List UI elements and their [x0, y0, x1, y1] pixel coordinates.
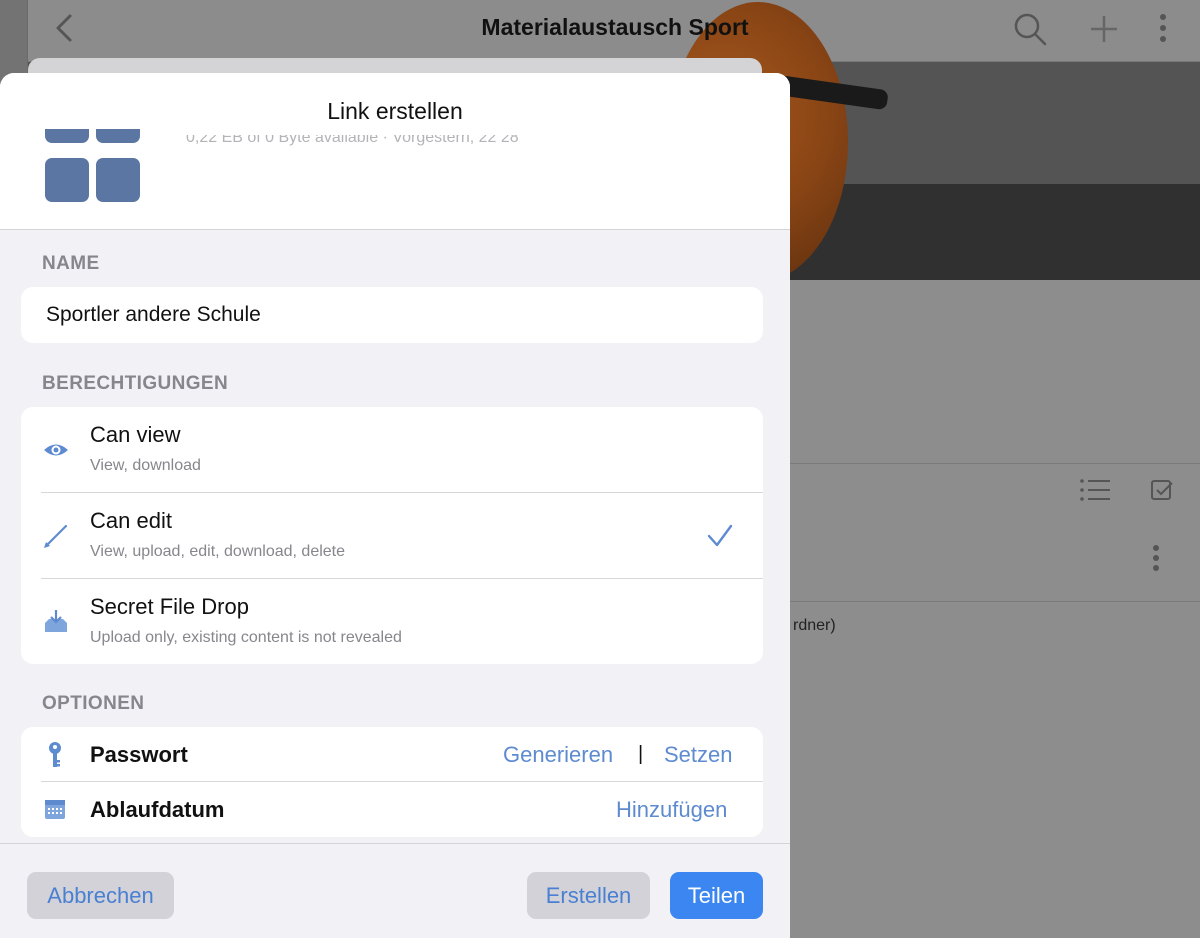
option-row-expiry-date: Ablaufdatum Hinzufügen	[21, 782, 763, 837]
link-name-input[interactable]	[21, 287, 763, 343]
row-more-options-icon[interactable]	[1146, 540, 1166, 576]
section-label-options: OPTIONEN	[42, 693, 145, 714]
permission-title: Can view	[90, 422, 181, 447]
option-title: Ablaufdatum	[90, 797, 225, 822]
options-card: Passwort Generieren | Setzen Ablaufdatum…	[21, 727, 763, 837]
sheet-header: Link erstellen 0,22 EB of 0 Byte availab…	[0, 73, 790, 230]
add-icon[interactable]	[1088, 11, 1120, 47]
permission-title: Can edit	[90, 508, 172, 533]
pencil-icon	[43, 523, 69, 549]
permission-option-secret-file-drop[interactable]: Secret File Drop Upload only, existing c…	[21, 579, 763, 664]
select-checkbox-icon[interactable]	[1150, 478, 1174, 502]
permission-subtitle: View, download	[90, 457, 201, 474]
permission-option-can-edit[interactable]: Can edit View, upload, edit, download, d…	[21, 493, 763, 579]
folder-grid-icon	[44, 129, 142, 203]
name-card	[21, 287, 763, 343]
calendar-icon	[43, 796, 69, 824]
background-row-text: rdner)	[793, 617, 836, 634]
permissions-card: Can view View, download Can edit View, u…	[21, 407, 763, 664]
cancel-button[interactable]: Abbrechen	[27, 872, 174, 919]
section-label-permissions: BERECHTIGUNGEN	[42, 373, 229, 394]
permission-subtitle: Upload only, existing content is not rev…	[90, 629, 402, 646]
folder-meta-text: 0,22 EB of 0 Byte available · Vorgestern…	[186, 135, 519, 146]
eye-icon	[43, 437, 69, 463]
permission-title: Secret File Drop	[90, 594, 249, 619]
background-page-title: Materialaustausch Sport	[481, 14, 749, 40]
option-separator: |	[638, 743, 644, 765]
create-button[interactable]: Erstellen	[527, 872, 650, 919]
add-expiry-date-link[interactable]: Hinzufügen	[616, 797, 727, 823]
more-options-icon[interactable]	[1150, 10, 1176, 46]
option-title: Passwort	[90, 742, 188, 767]
sheet-footer: Abbrechen Erstellen Teilen	[0, 843, 790, 938]
divider	[790, 601, 1200, 602]
permission-option-can-view[interactable]: Can view View, download	[21, 407, 763, 493]
checkmark-icon	[707, 523, 733, 549]
generate-password-link[interactable]: Generieren	[503, 742, 613, 768]
list-view-icon[interactable]	[1078, 474, 1112, 506]
divider	[790, 463, 1200, 464]
section-label-name: NAME	[42, 253, 100, 274]
create-link-sheet: Link erstellen 0,22 EB of 0 Byte availab…	[0, 73, 790, 938]
set-password-link[interactable]: Setzen	[664, 742, 733, 768]
option-row-password: Passwort Generieren | Setzen	[21, 727, 763, 782]
search-icon[interactable]	[1012, 11, 1048, 47]
back-chevron-icon[interactable]	[50, 10, 80, 46]
file-drop-icon	[43, 609, 69, 635]
key-icon	[43, 741, 69, 769]
sheet-title: Link erstellen	[327, 98, 463, 124]
permission-subtitle: View, upload, edit, download, delete	[90, 543, 346, 560]
share-button[interactable]: Teilen	[670, 872, 763, 919]
